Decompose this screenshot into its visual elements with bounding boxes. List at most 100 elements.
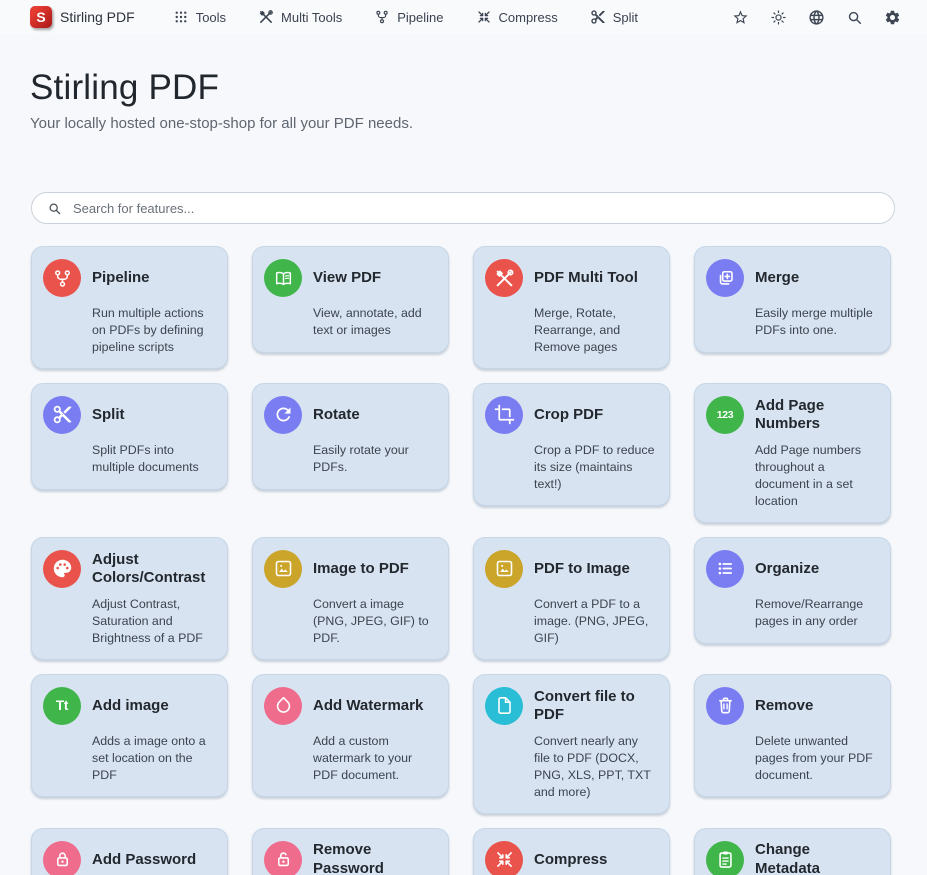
- nav-item-pipeline[interactable]: Pipeline: [374, 9, 443, 25]
- card-icon-circle: [706, 841, 744, 875]
- card-header: Change Metadata: [706, 841, 877, 875]
- star-button[interactable]: [732, 9, 749, 26]
- crop-icon: [494, 404, 515, 425]
- card-header: Add Watermark: [264, 687, 435, 725]
- pipeline-icon: [52, 268, 73, 289]
- card-description: Convert a image (PNG, JPEG, GIF) to PDF.: [313, 596, 435, 647]
- multi-tools-icon: [494, 268, 515, 289]
- book-open-icon: [273, 268, 294, 289]
- card-description: Convert a PDF to a image. (PNG, JPEG, GI…: [534, 596, 656, 647]
- card-view-pdf[interactable]: View PDFView, annotate, add text or imag…: [252, 246, 449, 353]
- card-header: Merge: [706, 259, 877, 297]
- card-icon-circle: [485, 687, 523, 725]
- card-description: Easily merge multiple PDFs into one.: [755, 305, 877, 339]
- card-header: Compress: [485, 841, 656, 875]
- card-icon-circle: [485, 396, 523, 434]
- nav-item-tools[interactable]: Tools: [173, 9, 226, 25]
- gear-icon: [884, 9, 901, 26]
- nav-item-split[interactable]: Split: [590, 9, 638, 25]
- nav-item-label: Tools: [196, 10, 226, 25]
- card-change-metadata[interactable]: Change MetadataChange/Remove/Add metadat…: [694, 828, 891, 875]
- nav-item-multi-tools[interactable]: Multi Tools: [258, 9, 342, 25]
- card-add-page-numbers[interactable]: 123Add Page NumbersAdd Page numbers thro…: [694, 383, 891, 523]
- card-pipeline[interactable]: Pipeline Run multiple actions on PDFs by …: [31, 246, 228, 369]
- search-icon: [846, 9, 863, 26]
- card-header: PDF to Image: [485, 550, 656, 588]
- card-merge[interactable]: Merge Easily merge multiple PDFs into one…: [694, 246, 891, 353]
- card-description: Run multiple actions on PDFs by defining…: [92, 305, 214, 356]
- card-split[interactable]: Split Split PDFs into multiple documents: [31, 383, 228, 490]
- palette-icon: [52, 558, 73, 579]
- card-crop-pdf[interactable]: Crop PDF Crop a PDF to reduce its size (m…: [473, 383, 670, 506]
- card-add-image[interactable]: TtAdd imageAdds a image onto a set locat…: [31, 674, 228, 797]
- card-organize[interactable]: Organize Remove/Rearrange pages in any or…: [694, 537, 891, 644]
- card-description: Add a custom watermark to your PDF docum…: [313, 733, 435, 784]
- card-description: Adjust Contrast, Saturation and Brightne…: [92, 596, 214, 647]
- pipeline-icon: [374, 9, 390, 25]
- card-remove-password[interactable]: Remove PasswordRemove password protectio…: [252, 828, 449, 875]
- card-title: Split: [92, 406, 125, 424]
- card-header: Remove Password: [264, 841, 435, 875]
- card-title: PDF to Image: [534, 560, 630, 578]
- nav-actions: [732, 9, 901, 26]
- nav-item-label: Pipeline: [397, 10, 443, 25]
- nav-item-compress[interactable]: Compress: [476, 9, 558, 25]
- clipboard-icon: [715, 849, 736, 870]
- rotate-icon: [273, 404, 294, 425]
- water-drop-icon: [273, 695, 294, 716]
- card-header: Split: [43, 396, 214, 434]
- page-title: Stirling PDF: [30, 68, 897, 108]
- nav-menu: Tools Multi Tools Pipeline Compress Split: [173, 9, 638, 25]
- search-button[interactable]: [846, 9, 863, 26]
- card-title: Add Password: [92, 851, 196, 869]
- card-title: Convert file to PDF: [534, 688, 656, 725]
- compress-icon: [476, 9, 492, 25]
- card-description: Merge, Rotate, Rearrange, and Remove pag…: [534, 305, 656, 356]
- card-description: Remove/Rearrange pages in any order: [755, 596, 877, 630]
- image-icon: [494, 558, 515, 579]
- card-description: Delete unwanted pages from your PDF docu…: [755, 733, 877, 784]
- brand[interactable]: S Stirling PDF: [30, 6, 135, 28]
- card-description: Crop a PDF to reduce its size (maintains…: [534, 442, 656, 493]
- card-compress[interactable]: CompressCompress PDFs to reduce their fi…: [473, 828, 670, 875]
- card-header: 123Add Page Numbers: [706, 396, 877, 434]
- gear-button[interactable]: [884, 9, 901, 26]
- card-title: Add Watermark: [313, 697, 423, 715]
- card-adjust-colors-contrast[interactable]: Adjust Colors/ContrastAdjust Contrast, S…: [31, 537, 228, 660]
- card-remove[interactable]: RemoveDelete unwanted pages from your PD…: [694, 674, 891, 797]
- card-title: Add Page Numbers: [755, 397, 877, 434]
- sun-button[interactable]: [770, 9, 787, 26]
- card-title: Merge: [755, 269, 799, 287]
- card-convert-file-to-pdf[interactable]: Convert file to PDFConvert nearly any fi…: [473, 674, 670, 814]
- card-add-password[interactable]: Add PasswordEncrypt your PDF document wi…: [31, 828, 228, 875]
- card-description: Split PDFs into multiple documents: [92, 442, 214, 476]
- card-image-to-pdf[interactable]: Image to PDFConvert a image (PNG, JPEG, …: [252, 537, 449, 660]
- card-icon-circle: [264, 550, 302, 588]
- card-icon-circle: [264, 259, 302, 297]
- search-input[interactable]: [73, 201, 879, 216]
- card-title: Remove Password: [313, 841, 435, 875]
- card-icon-circle: [706, 550, 744, 588]
- search-box[interactable]: [31, 192, 895, 224]
- card-title: Organize: [755, 560, 819, 578]
- card-header: Add Password: [43, 841, 214, 875]
- card-header: Crop PDF: [485, 396, 656, 434]
- card-rotate[interactable]: RotateEasily rotate your PDFs.: [252, 383, 449, 490]
- feature-card-grid: Pipeline Run multiple actions on PDFs by …: [31, 246, 891, 875]
- card-add-watermark[interactable]: Add Watermark Add a custom watermark to y…: [252, 674, 449, 797]
- brand-name: Stirling PDF: [60, 9, 135, 25]
- hero: Stirling PDF Your locally hosted one-sto…: [0, 68, 927, 132]
- card-icon-circle: [706, 687, 744, 725]
- card-title: Pipeline: [92, 269, 150, 287]
- card-header: PDF Multi Tool: [485, 259, 656, 297]
- card-header: TtAdd image: [43, 687, 214, 725]
- nav-item-label: Split: [613, 10, 638, 25]
- globe-button[interactable]: [808, 9, 825, 26]
- card-icon-circle: [264, 687, 302, 725]
- nav-item-label: Multi Tools: [281, 10, 342, 25]
- card-title: Change Metadata: [755, 841, 877, 875]
- card-pdf-to-image[interactable]: PDF to Image Convert a PDF to a image. (P…: [473, 537, 670, 660]
- card-pdf-multi-tool[interactable]: PDF Multi Tool Merge, Rotate, Rearrange, …: [473, 246, 670, 369]
- merge-icon: [715, 268, 736, 289]
- compress-icon: [494, 849, 515, 870]
